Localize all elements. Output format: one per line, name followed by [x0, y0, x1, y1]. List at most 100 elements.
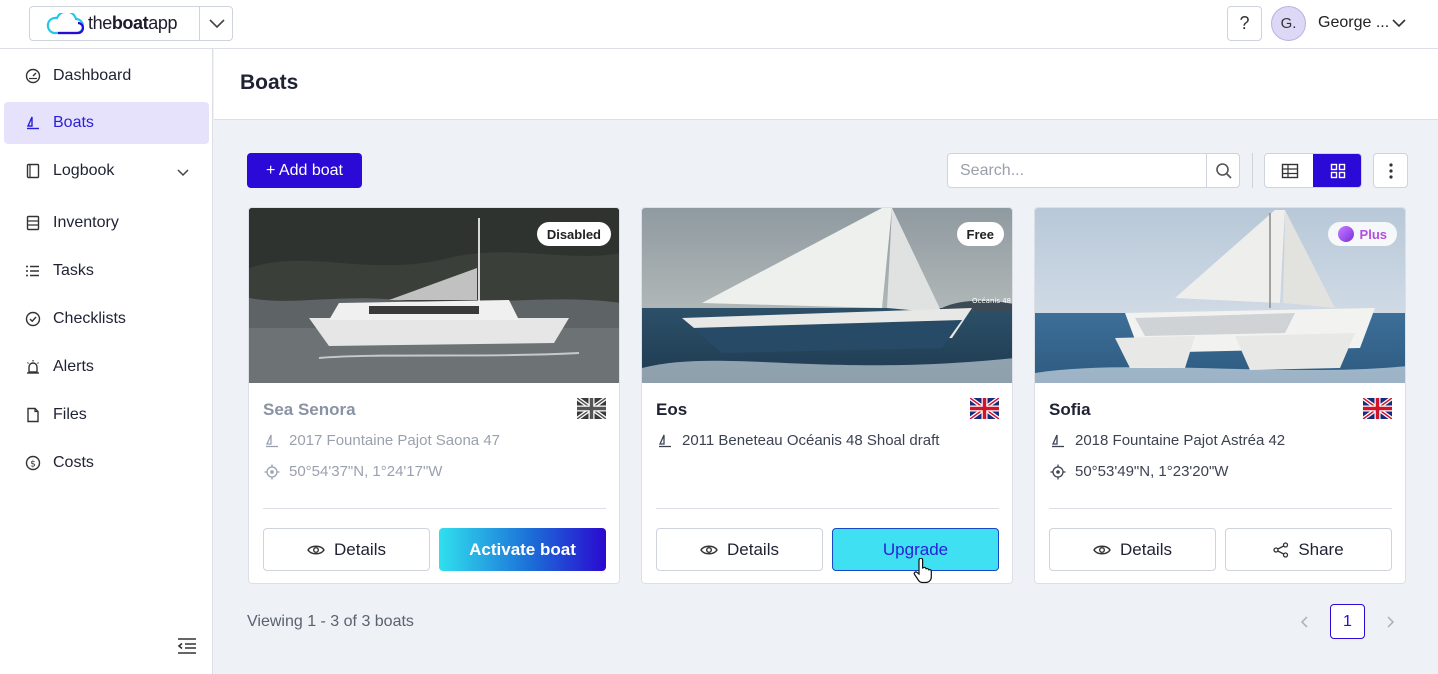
- sidebar-item-label: Costs: [53, 454, 94, 471]
- eye-icon: [700, 544, 718, 556]
- results-count: Viewing 1 - 3 of 3 boats: [247, 613, 414, 630]
- add-boat-button[interactable]: + Add boat: [247, 153, 362, 188]
- app-logo[interactable]: theboatapp: [30, 7, 200, 40]
- collapse-sidebar-icon[interactable]: [176, 635, 198, 657]
- status-badge: Free: [956, 222, 1004, 246]
- location-crosshair-icon: [263, 463, 280, 480]
- sidebar-item-label: Checklists: [53, 310, 126, 327]
- boat-photo[interactable]: Plus: [1035, 208, 1405, 383]
- share-button[interactable]: Share: [1225, 528, 1392, 571]
- avatar[interactable]: G.: [1271, 6, 1306, 41]
- sidebar-item-logbook[interactable]: Logbook: [4, 150, 209, 192]
- sidebar-item-dashboard[interactable]: Dashboard: [4, 55, 209, 97]
- details-button[interactable]: Details: [656, 528, 823, 571]
- inventory-icon: [25, 215, 41, 231]
- dashboard-icon: [25, 68, 41, 84]
- help-button[interactable]: ?: [1227, 6, 1262, 41]
- boat-position: 50°53'49"N, 1°23'20"W: [1049, 463, 1228, 480]
- details-label: Details: [334, 539, 386, 559]
- upgrade-label: Upgrade: [882, 539, 949, 559]
- sidebar-item-boats[interactable]: Boats: [4, 102, 209, 144]
- file-icon: [25, 407, 41, 423]
- boat-icon: [25, 115, 41, 131]
- table-view-icon[interactable]: [1265, 154, 1314, 187]
- status-badge: Disabled: [536, 222, 611, 246]
- boat-photo[interactable]: Disabled: [249, 208, 619, 383]
- more-options-icon[interactable]: [1373, 153, 1408, 188]
- card-divider: [1049, 508, 1392, 509]
- details-label: Details: [1120, 539, 1172, 559]
- sidebar-item-files[interactable]: Files: [4, 394, 209, 436]
- uk-flag-icon: [970, 398, 999, 419]
- boat-name[interactable]: Eos: [656, 400, 687, 420]
- boat-model: 2011 Beneteau Océanis 48 Shoal draft: [656, 432, 939, 449]
- boat-position: 50°54'37"N, 1°24'17"W: [263, 463, 442, 480]
- uk-flag-icon: [1363, 398, 1392, 419]
- boat-photo[interactable]: Océanis 48 Free: [642, 208, 1012, 383]
- boat-position-text: 50°53'49"N, 1°23'20"W: [1075, 463, 1229, 480]
- details-label: Details: [727, 539, 779, 559]
- details-button[interactable]: Details: [1049, 528, 1216, 571]
- search-input[interactable]: [948, 154, 1206, 187]
- boat-model: 2017 Fountaine Pajot Saona 47: [263, 432, 500, 449]
- sidebar: Dashboard Boats Logbook Inventory Tasks …: [0, 49, 213, 674]
- boat-name[interactable]: Sofia: [1049, 400, 1091, 420]
- boat-card[interactable]: Disabled Sea Senora 2017 Fountaine Pajot…: [248, 207, 620, 584]
- share-icon: [1273, 541, 1289, 558]
- sidebar-item-label: Files: [53, 406, 87, 423]
- toolbar-divider: [1252, 153, 1253, 188]
- boat-position-text: 50°54'37"N, 1°24'17"W: [289, 463, 443, 480]
- plan-badge: Plus: [1327, 222, 1397, 246]
- sidebar-item-label: Inventory: [53, 214, 119, 231]
- boat-card[interactable]: Plus Sofia 2018 Fountaine Pajot Astréa 4…: [1034, 207, 1406, 584]
- boat-icon: [656, 432, 673, 449]
- search-icon[interactable]: [1206, 154, 1240, 187]
- app-switcher[interactable]: theboatapp: [29, 6, 233, 41]
- upgrade-button[interactable]: Upgrade: [832, 528, 999, 571]
- boat-icon: [1049, 432, 1066, 449]
- sidebar-item-inventory[interactable]: Inventory: [4, 202, 209, 244]
- boat-model-text: 2011 Beneteau Océanis 48 Shoal draft: [682, 432, 940, 449]
- sidebar-item-costs[interactable]: $ Costs: [4, 442, 209, 484]
- boat-model-text: 2018 Fountaine Pajot Astréa 42: [1075, 432, 1286, 449]
- location-crosshair-icon: [1049, 463, 1066, 480]
- logo-wordmark: theboatapp: [88, 13, 178, 33]
- details-button[interactable]: Details: [263, 528, 430, 571]
- search-box: [947, 153, 1240, 188]
- sidebar-item-label: Boats: [53, 114, 94, 131]
- top-bar: theboatapp ? G. George ...: [0, 0, 1438, 49]
- sidebar-item-label: Dashboard: [53, 67, 132, 84]
- page-title: Boats: [240, 71, 299, 94]
- boat-card[interactable]: Océanis 48 Free Eos 2011 Beneteau Océani…: [641, 207, 1013, 584]
- grid-view-icon[interactable]: [1313, 154, 1361, 187]
- chevron-down-icon[interactable]: [200, 7, 233, 40]
- boat-model-text: 2017 Fountaine Pajot Saona 47: [289, 432, 501, 449]
- uk-flag-icon: [577, 398, 606, 419]
- sidebar-item-label: Alerts: [53, 358, 94, 375]
- alarm-icon: [25, 359, 41, 375]
- chevron-down-icon[interactable]: [1392, 15, 1406, 33]
- view-mode-toggle: [1264, 153, 1362, 188]
- cloud-logo-icon: [46, 12, 84, 34]
- activate-boat-label: Activate boat: [469, 539, 576, 559]
- sidebar-item-label: Tasks: [53, 262, 94, 279]
- pagination-page[interactable]: 1: [1330, 604, 1365, 639]
- sidebar-item-checklists[interactable]: Checklists: [4, 298, 209, 340]
- checklist-icon: [25, 311, 41, 327]
- page-header: Boats: [214, 49, 1438, 120]
- chevron-left-icon[interactable]: [1294, 612, 1314, 632]
- boat-model: 2018 Fountaine Pajot Astréa 42: [1049, 432, 1285, 449]
- chevron-right-icon[interactable]: [1381, 612, 1401, 632]
- user-name[interactable]: George ...: [1318, 14, 1389, 32]
- card-divider: [656, 508, 999, 509]
- boat-name[interactable]: Sea Senora: [263, 400, 356, 420]
- share-label: Share: [1298, 539, 1344, 559]
- sidebar-item-alerts[interactable]: Alerts: [4, 346, 209, 388]
- activate-boat-button[interactable]: Activate boat: [439, 528, 606, 571]
- eye-icon: [307, 544, 325, 556]
- chevron-down-icon[interactable]: [177, 164, 189, 182]
- svg-text:$: $: [30, 460, 36, 470]
- sidebar-item-label: Logbook: [53, 162, 115, 179]
- dollar-icon: $: [25, 455, 41, 471]
- sidebar-item-tasks[interactable]: Tasks: [4, 250, 209, 292]
